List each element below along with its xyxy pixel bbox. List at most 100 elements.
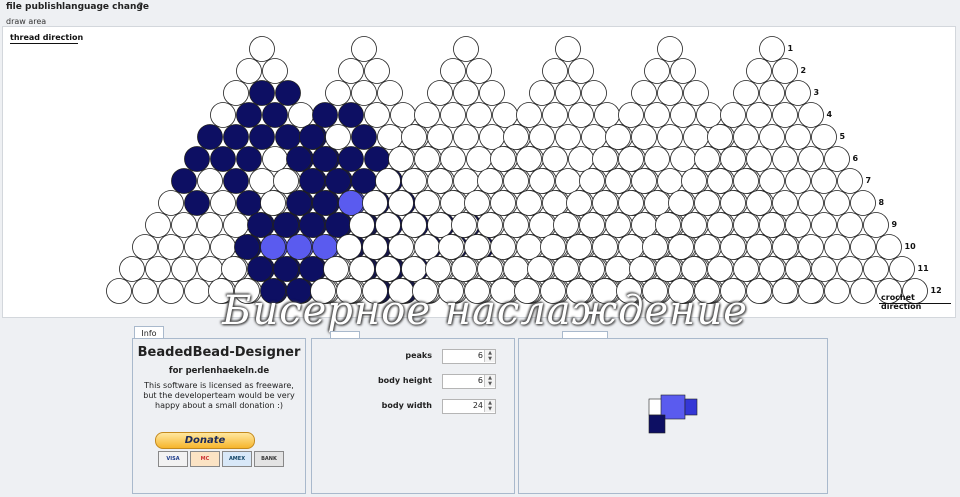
bead[interactable] (401, 124, 427, 150)
bead[interactable] (668, 234, 694, 260)
bead[interactable] (542, 102, 568, 128)
body-height-value[interactable]: 6 (478, 376, 483, 385)
bead[interactable] (364, 146, 390, 172)
bead[interactable] (618, 234, 644, 260)
bead[interactable] (362, 190, 388, 216)
bead[interactable] (260, 190, 286, 216)
bead[interactable] (657, 168, 683, 194)
bead[interactable] (338, 102, 364, 128)
bead[interactable] (746, 234, 772, 260)
bead[interactable] (798, 278, 824, 304)
bead[interactable] (299, 168, 325, 194)
bead[interactable] (453, 168, 479, 194)
bead[interactable] (464, 190, 490, 216)
bead[interactable] (746, 146, 772, 172)
bead[interactable] (479, 80, 505, 106)
spinner-down-icon[interactable]: ▼ (484, 356, 495, 362)
bead[interactable] (158, 234, 184, 260)
bead[interactable] (733, 80, 759, 106)
bead[interactable] (618, 190, 644, 216)
bead[interactable] (516, 146, 542, 172)
bead[interactable] (824, 278, 850, 304)
bead[interactable] (657, 80, 683, 106)
bead[interactable] (171, 256, 197, 282)
bead[interactable] (477, 168, 503, 194)
bead[interactable] (759, 124, 785, 150)
bead[interactable] (811, 256, 837, 282)
bead[interactable] (592, 190, 618, 216)
bead[interactable] (503, 212, 529, 238)
bead[interactable] (746, 102, 772, 128)
bead[interactable] (377, 80, 403, 106)
bead[interactable] (171, 168, 197, 194)
bead[interactable] (106, 278, 132, 304)
bead[interactable] (644, 58, 670, 84)
bead[interactable] (312, 146, 338, 172)
bead[interactable] (479, 124, 505, 150)
bead[interactable] (759, 36, 785, 62)
bead[interactable] (527, 256, 553, 282)
bead[interactable] (351, 124, 377, 150)
bead[interactable] (453, 80, 479, 106)
bead[interactable] (644, 190, 670, 216)
bead[interactable] (503, 168, 529, 194)
donate-button[interactable]: Donate (155, 432, 255, 449)
bead[interactable] (566, 190, 592, 216)
bead[interactable] (414, 102, 440, 128)
bead[interactable] (568, 58, 594, 84)
bead[interactable] (681, 212, 707, 238)
bead[interactable] (325, 212, 351, 238)
bead[interactable] (605, 124, 631, 150)
bead[interactable] (451, 256, 477, 282)
bead[interactable] (785, 212, 811, 238)
bead[interactable] (312, 190, 338, 216)
bead[interactable] (670, 102, 696, 128)
body-width-value[interactable]: 24 (473, 401, 483, 410)
bead[interactable] (427, 212, 453, 238)
bead[interactable] (811, 168, 837, 194)
bead[interactable] (876, 234, 902, 260)
bead[interactable] (733, 168, 759, 194)
bead[interactable] (594, 102, 620, 128)
spinner-down-icon[interactable]: ▼ (484, 381, 495, 387)
bead[interactable] (249, 168, 275, 194)
bead[interactable] (477, 256, 503, 282)
bead[interactable] (683, 80, 709, 106)
bead[interactable] (184, 234, 210, 260)
bead[interactable] (440, 146, 466, 172)
bead[interactable] (772, 58, 798, 84)
bead[interactable] (236, 190, 262, 216)
bead[interactable] (388, 190, 414, 216)
bead[interactable] (351, 168, 377, 194)
peaks-value[interactable]: 6 (478, 351, 483, 360)
bead[interactable] (325, 168, 351, 194)
bead[interactable] (286, 146, 312, 172)
bead[interactable] (516, 102, 542, 128)
bead[interactable] (247, 256, 273, 282)
menu-publish[interactable]: publish (25, 2, 62, 12)
bead[interactable] (158, 278, 184, 304)
bead[interactable] (811, 124, 837, 150)
bead[interactable] (618, 146, 644, 172)
bead[interactable] (223, 124, 249, 150)
bead[interactable] (288, 102, 314, 128)
bead[interactable] (772, 278, 798, 304)
bead[interactable] (490, 146, 516, 172)
bead[interactable] (223, 80, 249, 106)
bead[interactable] (375, 212, 401, 238)
bead[interactable] (657, 124, 683, 150)
bead[interactable] (364, 102, 390, 128)
bead[interactable] (837, 168, 863, 194)
bead[interactable] (464, 234, 490, 260)
bead[interactable] (197, 168, 223, 194)
bead[interactable] (631, 80, 657, 106)
bead[interactable] (670, 146, 696, 172)
bead[interactable] (275, 80, 301, 106)
bead[interactable] (336, 234, 362, 260)
bead[interactable] (262, 58, 288, 84)
bead[interactable] (388, 146, 414, 172)
bead[interactable] (440, 190, 466, 216)
bead[interactable] (119, 256, 145, 282)
bead[interactable] (197, 212, 223, 238)
bead[interactable] (338, 190, 364, 216)
